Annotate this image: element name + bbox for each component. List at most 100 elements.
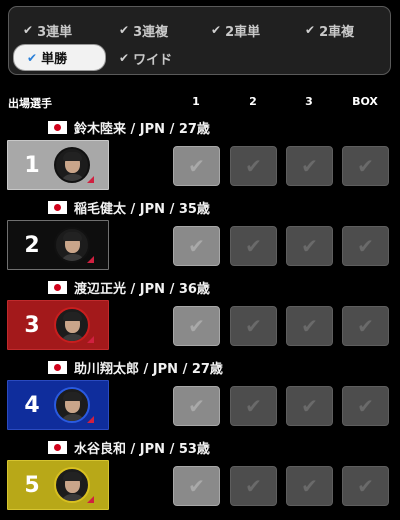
check-icon: ✔ [301,234,318,258]
bet-type-option-wide[interactable]: ✔ ワイド [119,46,172,70]
rider-info-text: 水谷良和 / JPN / 53歳 [74,441,210,457]
check-icon: ✔ [245,314,262,338]
check-icon: ✔ [357,394,374,418]
bet-type-label: 2車複 [319,24,355,40]
select-2nd-checkbox[interactable]: ✔ [230,306,277,346]
check-icon: ✔ [188,234,205,258]
select-3rd-checkbox[interactable]: ✔ [286,146,333,186]
rider-number-box[interactable]: 2 [7,220,109,270]
select-2nd-checkbox[interactable]: ✔ [230,466,277,506]
rider-number-box[interactable]: 3 [7,300,109,350]
select-1st-checkbox[interactable]: ✔ [173,466,220,506]
rider-info-text: 稲毛健太 / JPN / 35歳 [74,201,210,217]
bet-type-label: 3連単 [37,24,73,40]
bet-type-option-3renpuku[interactable]: ✔ 3連複 [119,18,168,42]
rider-info: 水谷良和 / JPN / 53歳 [48,438,210,457]
profile-corner-icon [87,336,94,343]
rider-number: 5 [24,472,40,498]
bet-type-option-tansho[interactable]: ✔ 単勝 [13,44,106,71]
bet-type-option-2shafuku[interactable]: ✔ 2車複 [305,18,354,42]
select-3rd-checkbox[interactable]: ✔ [286,386,333,426]
rider-avatar-wrap [54,307,94,343]
rider-info-text: 鈴木陸来 / JPN / 27歳 [74,121,210,137]
select-2nd-checkbox[interactable]: ✔ [230,226,277,266]
bet-type-panel: ✔ 3連単 ✔ 3連複 ✔ 2車単 ✔ 2車複 ✔ 単勝 ✔ ワイド [8,6,391,75]
select-box-checkbox[interactable]: ✔ [342,306,389,346]
rider-info: 渡辺正光 / JPN / 36歳 [48,278,210,297]
check-icon: ✔ [301,314,318,338]
rider-avatar [54,147,90,183]
bet-type-label: 3連複 [133,24,169,40]
check-icon: ✔ [357,314,374,338]
profile-corner-icon [87,496,94,503]
check-icon: ✔ [188,394,205,418]
select-2nd-checkbox[interactable]: ✔ [230,386,277,426]
check-icon: ✔ [357,234,374,258]
rider-avatar [54,467,90,503]
rider-number-box[interactable]: 5 [7,460,109,510]
check-icon: ✔ [245,394,262,418]
check-icon: ✔ [188,474,205,498]
select-1st-checkbox[interactable]: ✔ [173,226,220,266]
column-header-1: 1 [192,95,200,108]
check-icon: ✔ [188,314,205,338]
rider-avatar-wrap [54,387,94,423]
select-2nd-checkbox[interactable]: ✔ [230,146,277,186]
check-icon: ✔ [301,394,318,418]
rider-avatar-wrap [54,147,94,183]
rider-number-box[interactable]: 1 [7,140,109,190]
column-header-box: BOX [352,95,378,108]
check-icon: ✔ [245,234,262,258]
rider-info-text: 助川翔太郎 / JPN / 27歳 [74,361,223,377]
japan-flag-icon [48,280,67,294]
column-header-2: 2 [249,95,257,108]
rider-info: 稲毛健太 / JPN / 35歳 [48,198,210,217]
rider-number: 3 [24,312,40,338]
rider-info: 鈴木陸来 / JPN / 27歳 [48,118,210,137]
check-icon: ✔ [357,154,374,178]
profile-corner-icon [87,416,94,423]
check-icon: ✔ [119,23,130,37]
check-icon: ✔ [301,154,318,178]
select-box-checkbox[interactable]: ✔ [342,466,389,506]
rider-avatar-wrap [54,227,94,263]
rider-avatar-wrap [54,467,94,503]
column-header-3: 3 [305,95,313,108]
rider-number-box[interactable]: 4 [7,380,109,430]
check-icon: ✔ [357,474,374,498]
check-icon: ✔ [245,154,262,178]
check-icon: ✔ [245,474,262,498]
rider-info-text: 渡辺正光 / JPN / 36歳 [74,281,210,297]
select-1st-checkbox[interactable]: ✔ [173,146,220,186]
check-icon: ✔ [119,51,130,65]
bet-type-label: ワイド [133,52,173,68]
rider-info: 助川翔太郎 / JPN / 27歳 [48,358,223,377]
rider-number: 1 [24,152,40,178]
profile-corner-icon [87,176,94,183]
check-icon: ✔ [23,23,34,37]
bet-type-option-3rentan[interactable]: ✔ 3連単 [23,18,72,42]
bet-type-option-2shatan[interactable]: ✔ 2車単 [211,18,260,42]
japan-flag-icon [48,440,67,454]
bet-type-label: 2車単 [225,24,261,40]
bet-type-label: 単勝 [41,52,68,67]
select-box-checkbox[interactable]: ✔ [342,226,389,266]
rider-avatar [54,227,90,263]
check-icon: ✔ [301,474,318,498]
select-3rd-checkbox[interactable]: ✔ [286,226,333,266]
rider-column-header: 出場選手 [8,97,52,110]
select-box-checkbox[interactable]: ✔ [342,146,389,186]
check-icon: ✔ [305,23,316,37]
check-icon: ✔ [27,50,38,65]
select-3rd-checkbox[interactable]: ✔ [286,466,333,506]
select-1st-checkbox[interactable]: ✔ [173,386,220,426]
select-box-checkbox[interactable]: ✔ [342,386,389,426]
rider-avatar [54,307,90,343]
check-icon: ✔ [211,23,222,37]
japan-flag-icon [48,200,67,214]
japan-flag-icon [48,360,67,374]
rider-number: 2 [24,232,40,258]
select-1st-checkbox[interactable]: ✔ [173,306,220,346]
japan-flag-icon [48,120,67,134]
select-3rd-checkbox[interactable]: ✔ [286,306,333,346]
